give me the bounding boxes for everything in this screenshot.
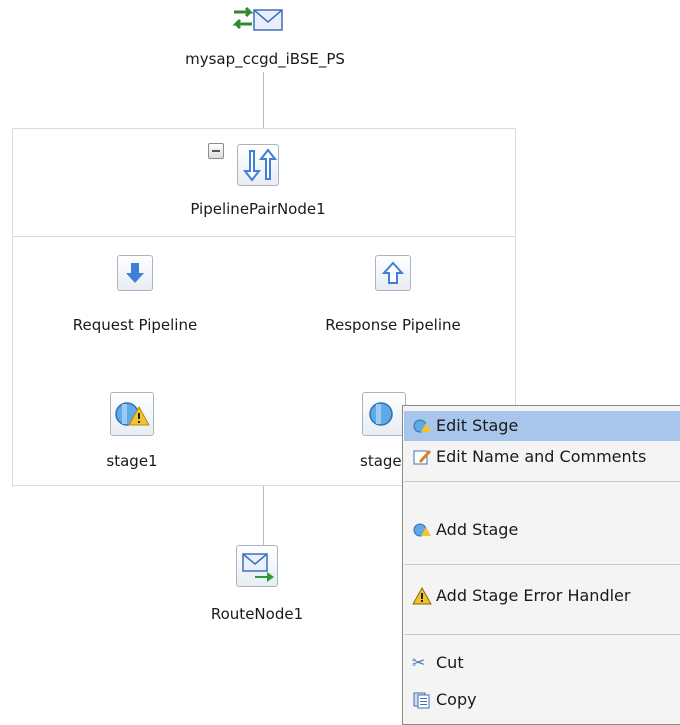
menu-item-add-stage[interactable]: Add Stage <box>404 515 680 545</box>
scissors-icon: ✂ <box>412 653 426 672</box>
request-pipeline-label: Request Pipeline <box>72 316 198 334</box>
pipeline-pair-icon <box>242 148 278 182</box>
stage2-node[interactable] <box>362 392 406 436</box>
menu-separator <box>404 481 680 482</box>
context-menu: Edit Stage Edit Name and Comments Add St… <box>402 405 680 725</box>
route-node[interactable] <box>236 545 278 587</box>
stage1-node[interactable] <box>110 392 154 436</box>
stage-icon <box>369 402 393 426</box>
connector-service-to-pair <box>263 72 264 129</box>
route-node-label: RouteNode1 <box>210 605 304 623</box>
stage-icon <box>413 523 431 537</box>
stage-warning-icon <box>115 402 150 426</box>
response-pipeline-label: Response Pipeline <box>325 316 461 334</box>
menu-item-label: Edit Stage <box>436 416 519 435</box>
stage-icon <box>413 419 431 433</box>
pipeline-pair-label: PipelinePairNode1 <box>190 200 326 218</box>
edit-icon <box>413 450 431 465</box>
response-pipeline-node[interactable] <box>375 255 411 291</box>
connector-pair-to-route <box>263 486 264 546</box>
arrow-down-icon <box>126 263 144 283</box>
route-node-icon <box>242 553 274 582</box>
service-node[interactable]: mysap_ccgd_iBSE_PS <box>150 4 380 70</box>
menu-separator <box>404 564 680 565</box>
request-pipeline-node[interactable] <box>117 255 153 291</box>
menu-item-label: Add Stage <box>436 520 519 539</box>
menu-item-copy[interactable]: Copy <box>404 685 680 715</box>
proxy-service-icon <box>232 6 283 31</box>
menu-item-edit-stage[interactable]: Edit Stage <box>404 411 680 441</box>
collapse-button[interactable] <box>208 143 224 159</box>
menu-item-add-stage-error-handler[interactable]: Add Stage Error Handler <box>404 581 680 611</box>
menu-separator <box>404 634 680 635</box>
warning-icon <box>412 587 432 605</box>
arrow-up-icon <box>381 261 405 284</box>
menu-item-edit-name-comments[interactable]: Edit Name and Comments <box>404 442 680 472</box>
service-node-label: mysap_ccgd_iBSE_PS <box>185 50 345 68</box>
stage1-label: stage1 <box>106 452 158 470</box>
menu-item-label: Add Stage Error Handler <box>436 586 631 605</box>
copy-icon <box>413 692 430 709</box>
pipeline-pair-node[interactable] <box>237 144 279 186</box>
menu-item-label: Copy <box>436 690 477 709</box>
menu-item-label: Cut <box>436 653 464 672</box>
menu-item-cut[interactable]: ✂ Cut <box>404 648 680 678</box>
pipeline-pair-divider <box>12 236 516 237</box>
menu-item-label: Edit Name and Comments <box>436 447 647 466</box>
